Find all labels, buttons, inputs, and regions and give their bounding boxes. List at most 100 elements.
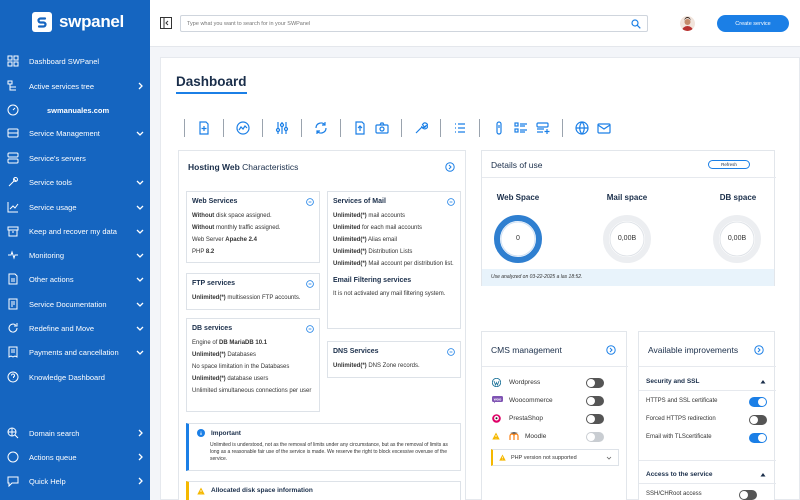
chevron-circle-icon[interactable] <box>445 162 455 172</box>
swpanel-logo-icon <box>32 12 52 32</box>
sidebar-item-service-usage[interactable]: Service usage <box>0 197 150 217</box>
circle-icon <box>6 450 20 464</box>
server-add-icon[interactable] <box>534 119 552 137</box>
search-icon[interactable] <box>629 17 643 31</box>
sidebar-item-label: swmanuales.com <box>47 105 110 115</box>
receipt-icon <box>6 345 20 359</box>
tools-icon <box>6 175 20 189</box>
logo[interactable]: swpanel <box>32 12 124 32</box>
dns-services-box: DNS Services Unlimited(*) DNS Zone recor… <box>327 341 461 378</box>
toolbar-separator <box>301 119 302 137</box>
notice-text: Unlimited is understood, not as the remo… <box>210 442 448 462</box>
email-tls-toggle[interactable] <box>749 433 767 443</box>
forced-https-toggle[interactable] <box>749 415 767 425</box>
search-input[interactable] <box>181 16 629 31</box>
sync-icon[interactable] <box>312 119 330 137</box>
prestashop-icon <box>492 414 501 423</box>
sidebar-item-label: Service Management <box>29 128 100 138</box>
caret-up-icon[interactable] <box>760 472 766 477</box>
info-icon[interactable] <box>447 198 455 206</box>
section-title: Access to the service <box>646 471 713 478</box>
chevron-down-icon <box>606 455 612 461</box>
sliders-icon[interactable] <box>273 119 291 137</box>
sidebar-item-label: Service's servers <box>29 153 86 163</box>
sidebar-item-service-tools[interactable]: Service tools <box>0 172 150 192</box>
collapse-sidebar-icon[interactable] <box>160 17 172 29</box>
ssh-access-toggle[interactable] <box>739 490 757 500</box>
usb-icon[interactable] <box>490 119 508 137</box>
section-title: Security and SSL <box>646 378 700 385</box>
php-warning[interactable]: PHP version not supported <box>491 449 619 466</box>
db-space-meter: 0,00B <box>711 213 763 265</box>
info-icon[interactable] <box>306 325 314 333</box>
chevron-circle-icon[interactable] <box>754 345 764 355</box>
available-improvements-card: Available improvements Security and SSL … <box>638 331 776 500</box>
box-title: Email Filtering services <box>333 277 412 284</box>
refresh-icon <box>6 321 20 335</box>
moodle-toggle[interactable] <box>586 432 604 442</box>
improvement-label: Email with TLScertificate <box>646 434 712 440</box>
info-icon[interactable] <box>306 198 314 206</box>
improvement-label: Forced HTTPS redirection <box>646 416 716 422</box>
upload-file-icon[interactable] <box>351 119 369 137</box>
avatar[interactable] <box>680 16 695 31</box>
info-icon[interactable] <box>306 280 314 288</box>
checklist-icon[interactable] <box>512 119 530 137</box>
warning-icon <box>499 454 506 461</box>
sidebar-item-label: Knowledge Dashboard <box>29 372 105 382</box>
toolbar <box>176 116 615 140</box>
sidebar-item-other-actions[interactable]: Other actions <box>0 269 150 289</box>
warning-icon <box>197 487 205 495</box>
chevron-down-icon <box>136 129 144 137</box>
sidebar-item-label: Service Documentation <box>29 299 107 309</box>
sidebar-item-label: Service tools <box>29 177 72 187</box>
box-title: Services of Mail <box>333 198 386 205</box>
caret-up-icon[interactable] <box>760 379 766 384</box>
sidebar-item-actions-queue[interactable]: Actions queue <box>0 447 150 467</box>
sidebar-item-quick-help[interactable]: Quick Help <box>0 471 150 491</box>
sidebar-item-payments[interactable]: Payments and cancellation <box>0 342 150 362</box>
sidebar-item-services-servers[interactable]: Service's servers <box>0 148 150 168</box>
sidebar-item-active-services[interactable]: Active services tree <box>0 76 150 96</box>
refresh-button[interactable]: Refresh <box>708 160 750 169</box>
chevron-circle-icon[interactable] <box>606 345 616 355</box>
improvement-label: HTTPS and SSL certificate <box>646 398 718 404</box>
wrench-icon[interactable] <box>412 119 430 137</box>
page-title: Dashboard <box>176 74 247 94</box>
chevron-down-icon <box>136 275 144 283</box>
sidebar-item-redefine-move[interactable]: Redefine and Move <box>0 318 150 338</box>
sidebar-item-service-documentation[interactable]: Service Documentation <box>0 294 150 314</box>
moodle-icon <box>509 432 519 440</box>
sidebar-item-domain-search[interactable]: Domain search <box>0 423 150 443</box>
sidebar-item-keep-recover[interactable]: Keep and recover my data <box>0 221 150 241</box>
camera-icon[interactable] <box>373 119 391 137</box>
prestashop-toggle[interactable] <box>586 414 604 424</box>
allocated-notice: Allocated disk space information <box>186 481 461 500</box>
chat-icon <box>6 474 20 488</box>
sidebar-item-knowledge[interactable]: Knowledge Dashboard <box>0 367 150 387</box>
create-service-button[interactable]: Create service <box>717 15 789 32</box>
email-check-icon[interactable] <box>595 119 613 137</box>
info-icon[interactable] <box>447 348 455 356</box>
sidebar-item-service-management[interactable]: Service Management <box>0 123 150 143</box>
toolbar-separator <box>440 119 441 137</box>
sidebar-item-swmanuales[interactable]: swmanuales.com <box>0 100 150 120</box>
globe-icon[interactable] <box>573 119 591 137</box>
wordpress-toggle[interactable] <box>586 378 604 388</box>
woocommerce-icon: woo <box>492 396 503 404</box>
cms-label: PrestaShop <box>509 415 543 422</box>
dashboard-icon <box>6 54 20 68</box>
list-icon[interactable] <box>451 119 469 137</box>
https-ssl-toggle[interactable] <box>749 397 767 407</box>
card-title: Available improvements <box>648 345 739 355</box>
sidebar-item-dashboard[interactable]: Dashboard SWPanel <box>0 51 150 71</box>
add-document-icon[interactable] <box>195 119 213 137</box>
servers-icon <box>6 151 20 165</box>
speedometer-icon[interactable] <box>234 119 252 137</box>
woocommerce-toggle[interactable] <box>586 396 604 406</box>
toolbar-separator <box>401 119 402 137</box>
mail-space-label: Mail space <box>606 193 648 202</box>
db-space-value: 0,00B <box>727 235 747 242</box>
svg-text:woo: woo <box>493 398 502 402</box>
sidebar-item-monitoring[interactable]: Monitoring <box>0 245 150 265</box>
